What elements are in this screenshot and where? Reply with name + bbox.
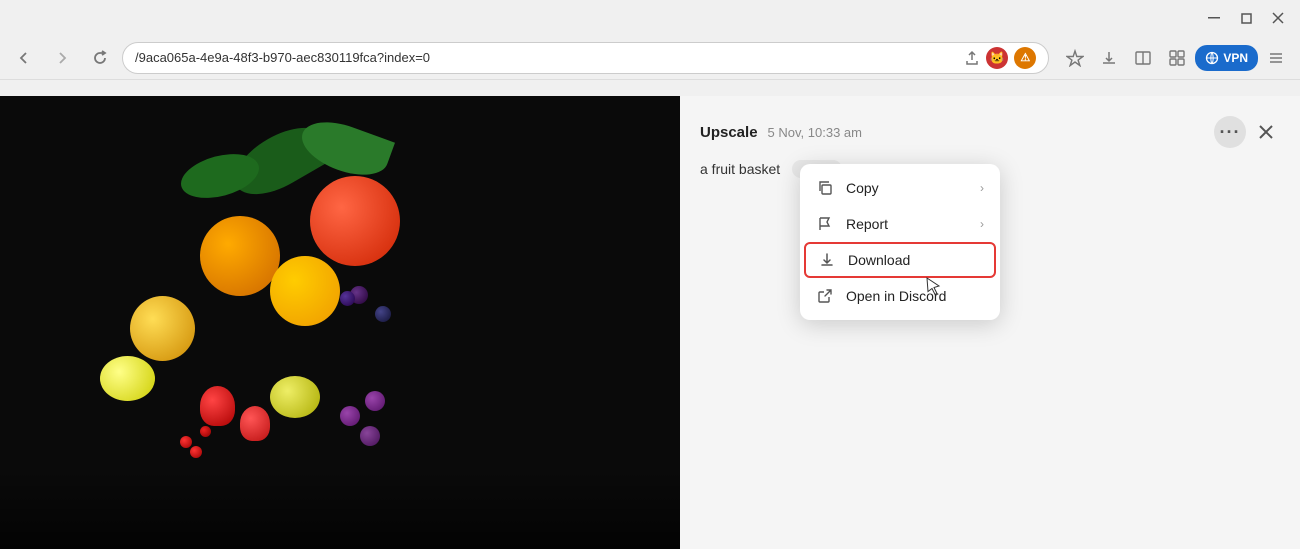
fruit-decoration — [360, 426, 380, 446]
panel-header-icons: ··· — [1214, 116, 1280, 148]
main-content: Upscale 5 Nov, 10:33 am ··· a fruit bask… — [0, 96, 1300, 549]
image-panel — [0, 96, 680, 549]
upscale-header: Upscale 5 Nov, 10:33 am ··· — [700, 116, 1280, 148]
fruit-decoration — [365, 391, 385, 411]
address-bar[interactable]: /9aca065a-4e9a-48f3-b970-aec830119fca?in… — [122, 42, 1049, 74]
upscale-info: Upscale 5 Nov, 10:33 am — [700, 124, 862, 141]
tab-bar — [0, 80, 1300, 96]
fruit-decoration — [310, 176, 400, 266]
context-menu: Copy › Report › Do — [800, 164, 1000, 320]
close-button[interactable] — [1264, 4, 1292, 32]
panel-title: Upscale — [700, 124, 758, 141]
vpn-button[interactable]: VPN — [1195, 45, 1258, 71]
copy-icon — [816, 179, 834, 197]
restore-button[interactable] — [1232, 4, 1260, 32]
fruit-decoration — [200, 386, 235, 426]
copy-submenu-chevron: › — [980, 181, 984, 195]
fruit-decoration — [240, 406, 270, 441]
forward-button[interactable] — [46, 42, 78, 74]
fruit-decoration — [200, 216, 280, 296]
fruit-decoration — [200, 426, 211, 437]
address-icons: 🐱 ⚠ — [964, 47, 1036, 69]
image-description: a fruit basket — [700, 161, 780, 177]
image-shadow — [0, 469, 680, 549]
report-submenu-chevron: › — [980, 217, 984, 231]
address-bar-row: /9aca065a-4e9a-48f3-b970-aec830119fca?in… — [0, 36, 1300, 80]
download-label: Download — [848, 252, 910, 268]
open-discord-label: Open in Discord — [846, 288, 946, 304]
external-link-icon — [816, 287, 834, 305]
fruit-decoration — [340, 291, 355, 306]
panel-timestamp: 5 Nov, 10:33 am — [768, 125, 862, 140]
panel-close-button[interactable] — [1252, 118, 1280, 146]
menu-item-copy[interactable]: Copy › — [800, 170, 1000, 206]
fruit-decoration — [180, 436, 192, 448]
flag-icon — [816, 215, 834, 233]
favorites-button[interactable] — [1059, 42, 1091, 74]
fruit-image — [0, 96, 680, 549]
vpn-label: VPN — [1223, 51, 1248, 65]
fruit-decoration — [270, 376, 320, 418]
url-text: /9aca065a-4e9a-48f3-b970-aec830119fca?in… — [135, 50, 956, 65]
fruit-decoration — [130, 296, 195, 361]
toolbar-icons: VPN — [1059, 42, 1292, 74]
fruit-decoration — [340, 406, 360, 426]
menu-item-download[interactable]: Download — [804, 242, 996, 278]
fruit-decoration — [100, 356, 155, 401]
report-label: Report — [846, 216, 888, 232]
minimize-button[interactable] — [1200, 4, 1228, 32]
dots-icon: ··· — [1220, 123, 1241, 141]
menu-item-open-discord[interactable]: Open in Discord — [800, 278, 1000, 314]
hamburger-icon — [1267, 49, 1285, 67]
settings-menu-button[interactable] — [1260, 42, 1292, 74]
download-icon — [818, 251, 836, 269]
vpn-icon — [1205, 51, 1219, 65]
fruit-decoration — [190, 446, 202, 458]
right-panel: Upscale 5 Nov, 10:33 am ··· a fruit bask… — [680, 96, 1300, 549]
split-view-button[interactable] — [1127, 42, 1159, 74]
share-icon — [964, 50, 980, 66]
profile-icon: 🐱 — [986, 47, 1008, 69]
back-button[interactable] — [8, 42, 40, 74]
copy-label: Copy — [846, 180, 879, 196]
menu-item-report[interactable]: Report › — [800, 206, 1000, 242]
close-icon — [1258, 124, 1274, 140]
more-options-button[interactable]: ··· — [1214, 116, 1246, 148]
alert-icon: ⚠ — [1014, 47, 1036, 69]
fruit-decoration — [270, 256, 340, 326]
collections-button[interactable] — [1161, 42, 1193, 74]
download-toolbar-button[interactable] — [1093, 42, 1125, 74]
fruit-decoration — [375, 306, 391, 322]
title-bar — [0, 0, 1300, 36]
refresh-button[interactable] — [84, 42, 116, 74]
leaf-decoration — [295, 112, 395, 185]
